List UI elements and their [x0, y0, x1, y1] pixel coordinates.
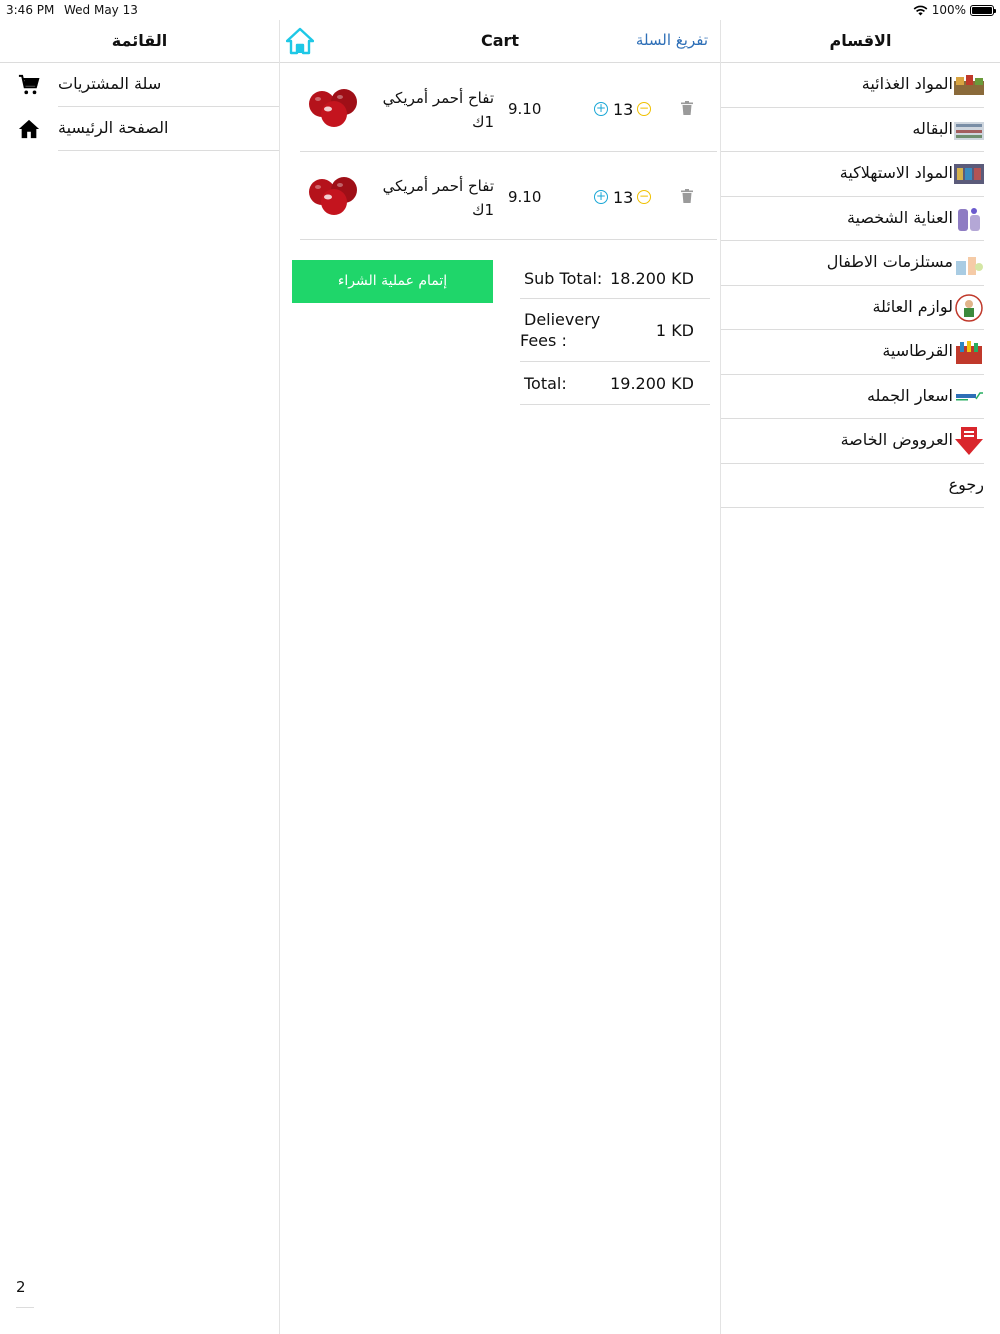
- wifi-icon: [913, 5, 928, 15]
- total-row: Total: 19.200 KD: [520, 362, 710, 405]
- category-item-family-supplies[interactable]: لوازم العائلة: [721, 286, 1000, 330]
- status-right: 100%: [913, 3, 996, 17]
- personal-care-thumbnail-icon: [958, 207, 980, 231]
- menu-item-cart[interactable]: سلة المشتريات: [0, 63, 279, 107]
- subtotal-value: 18.200 KD: [610, 269, 694, 288]
- stationery-thumbnail-icon: [956, 341, 982, 364]
- product-price: 9.10: [508, 188, 542, 206]
- product-name: تفاح أحمر أمريكي 1ك: [382, 177, 494, 219]
- special-offer-icon: [955, 427, 983, 455]
- category-label: العناية الشخصية: [846, 207, 953, 227]
- menu-item-label: الصفحة الرئيسية: [58, 118, 169, 137]
- category-label: مستلزمات الاطفال: [826, 252, 953, 271]
- page-number: 2: [16, 1278, 26, 1296]
- subtotal-row: Sub Total: 18.200 KD: [520, 256, 710, 299]
- battery-icon: [970, 4, 996, 16]
- category-item-food[interactable]: المواد الغذائية: [721, 63, 1000, 108]
- cart-icon: [18, 74, 40, 95]
- back-button[interactable]: رجوع: [721, 464, 1000, 508]
- cart-item-row: تفاح أحمر أمريكي 1ك 9.10 + 13 −: [300, 152, 717, 240]
- status-time: 3:46 PM: [6, 3, 55, 17]
- category-label: البقاله: [912, 118, 953, 138]
- minus-icon[interactable]: −: [637, 190, 651, 204]
- cart-pane: Cart تفريغ السلة تفاح أحمر أمريكي 1ك 9.1…: [280, 20, 721, 1334]
- consumables-thumbnail-icon: [954, 164, 984, 184]
- clear-cart-button[interactable]: تفريغ السلة: [636, 31, 708, 49]
- category-label: القرطاسية: [882, 341, 953, 360]
- product-price: 9.10: [508, 100, 542, 118]
- back-label: رجوع: [948, 474, 984, 494]
- menu-title: القائمة: [111, 31, 168, 50]
- categories-title: الاقسام: [829, 31, 892, 50]
- apple-product-image: [309, 177, 357, 215]
- category-item-special-offers[interactable]: العرووض الخاصة: [721, 419, 1000, 464]
- delivery-label: Delievery: [524, 310, 601, 329]
- product-quantity: 13: [613, 100, 634, 119]
- baby-supplies-thumbnail-icon: [956, 257, 983, 275]
- categories-nav-bar: الاقسام: [721, 20, 1000, 63]
- battery-percent: 100%: [931, 3, 966, 17]
- status-date: Wed May 13: [64, 3, 138, 17]
- plus-icon[interactable]: +: [594, 190, 608, 204]
- category-item-consumables[interactable]: المواد الاستهلاكية: [721, 152, 1000, 197]
- category-item-wholesale-prices[interactable]: اسعار الجمله: [721, 375, 1000, 419]
- category-item-stationery[interactable]: القرطاسية: [721, 330, 1000, 375]
- menu-item-home[interactable]: الصفحة الرئيسية: [0, 107, 279, 151]
- cart-item-row: تفاح أحمر أمريكي 1ك 9.10 + 13 −: [300, 64, 717, 152]
- delivery-row: Delievery Fees : 1 KD: [520, 299, 710, 362]
- category-label: المواد الغذائية: [861, 74, 953, 93]
- battery-fill: [972, 6, 992, 14]
- checkout-button[interactable]: إتمام عملية الشراء: [292, 260, 493, 303]
- category-item-grocery[interactable]: البقاله: [721, 108, 1000, 152]
- plus-icon[interactable]: +: [594, 102, 608, 116]
- category-label: المواد الاستهلاكية: [839, 163, 953, 182]
- product-quantity: 13: [613, 188, 634, 207]
- delivery-label-2: Fees :: [520, 331, 567, 350]
- divider: [58, 150, 279, 151]
- food-thumbnail-icon: [954, 75, 984, 95]
- divider: [721, 507, 984, 508]
- menu-nav-bar: القائمة: [0, 20, 279, 63]
- category-label: اسعار الجمله: [866, 385, 953, 405]
- trash-icon[interactable]: [681, 101, 693, 115]
- grocery-thumbnail-icon: [954, 121, 984, 140]
- family-supplies-thumbnail-icon: [955, 293, 983, 322]
- categories-pane: الاقسام المواد الغذائية البقاله المواد ا…: [721, 20, 1000, 1334]
- category-item-baby-supplies[interactable]: مستلزمات الاطفال: [721, 241, 1000, 286]
- status-bar: 3:46 PM Wed May 13 100%: [0, 0, 1000, 20]
- total-label: Total:: [524, 374, 567, 393]
- home-icon: [18, 119, 40, 139]
- menu-pane: القائمة سلة المشتريات الصفحة الرئيسية 2: [0, 20, 280, 1334]
- cart-nav-bar: Cart تفريغ السلة: [280, 20, 720, 63]
- category-label: العرووض الخاصة: [840, 430, 953, 449]
- menu-item-label: سلة المشتريات: [58, 74, 162, 93]
- trash-icon[interactable]: [681, 189, 693, 203]
- subtotal-label: Sub Total:: [524, 269, 603, 288]
- category-label: لوازم العائلة: [872, 296, 953, 316]
- apple-product-image: [309, 89, 357, 127]
- divider: [16, 1307, 34, 1308]
- product-name: تفاح أحمر أمريكي 1ك: [382, 89, 494, 131]
- minus-icon[interactable]: −: [637, 102, 651, 116]
- delivery-value: 1 KD: [655, 321, 694, 340]
- category-item-personal-care[interactable]: العناية الشخصية: [721, 197, 1000, 241]
- total-value: 19.200 KD: [610, 374, 694, 393]
- wholesale-logo-icon: [954, 391, 984, 401]
